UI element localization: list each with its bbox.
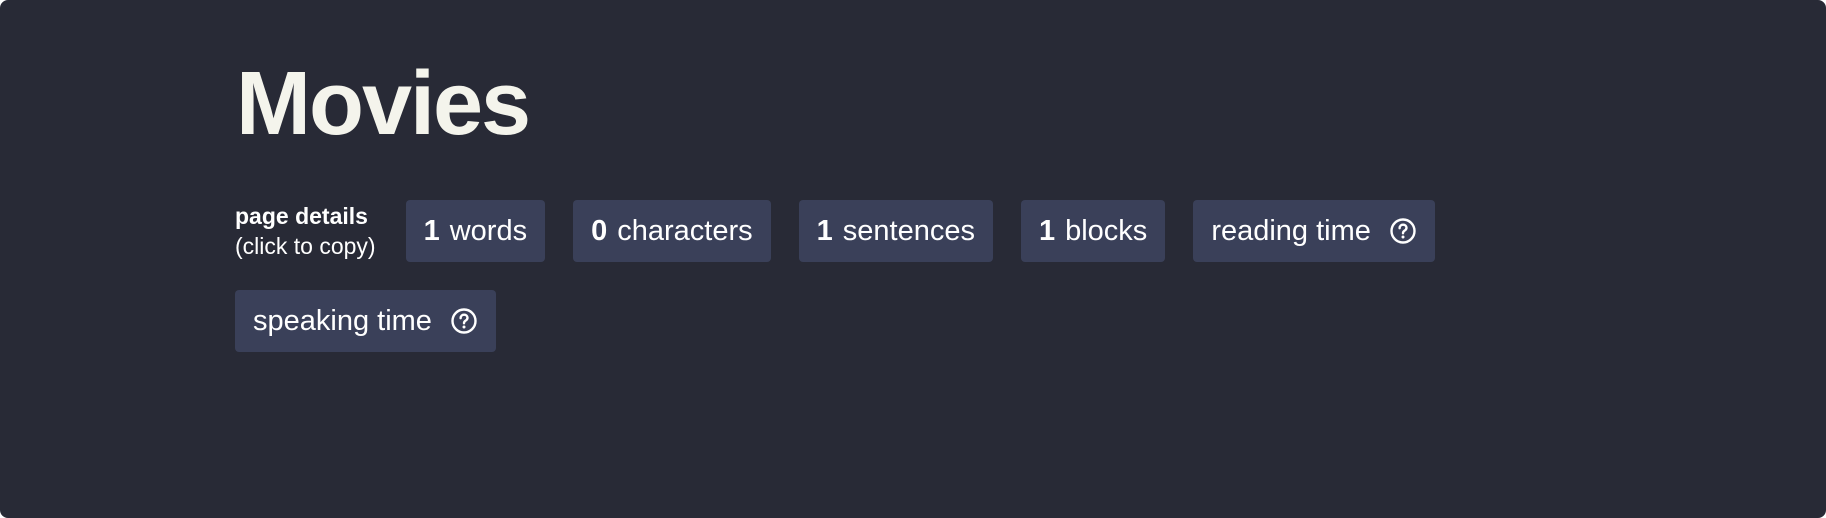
speaking-time-label: speaking time bbox=[253, 304, 432, 337]
reading-time-label: reading time bbox=[1211, 214, 1371, 247]
characters-count-label: characters bbox=[617, 214, 753, 247]
blocks-count-label: blocks bbox=[1065, 214, 1148, 247]
help-circle-icon[interactable] bbox=[450, 307, 478, 335]
page-details-bar: page details (click to copy) 1 words 0 c… bbox=[235, 200, 1555, 352]
page-container: Movies page details (click to copy) 1 wo… bbox=[0, 0, 1826, 518]
characters-count-chip[interactable]: 0 characters bbox=[573, 200, 771, 262]
page-details-heading: page details bbox=[235, 203, 368, 229]
blocks-count-chip[interactable]: 1 blocks bbox=[1020, 200, 1166, 262]
page-details-hint: (click to copy) bbox=[235, 233, 376, 259]
blocks-count-value: 1 bbox=[1038, 214, 1056, 247]
speaking-time-chip[interactable]: speaking time bbox=[235, 290, 496, 352]
words-count-label: words bbox=[449, 214, 528, 247]
words-count-value: 1 bbox=[423, 214, 440, 247]
reading-time-chip[interactable]: reading time bbox=[1193, 200, 1435, 262]
characters-count-value: 0 bbox=[591, 214, 608, 247]
help-circle-icon[interactable] bbox=[1389, 217, 1417, 245]
sentences-count-chip[interactable]: 1 sentences bbox=[798, 200, 993, 262]
sentences-count-label: sentences bbox=[842, 214, 975, 247]
words-count-chip[interactable]: 1 words bbox=[405, 200, 546, 262]
page-title: Movies bbox=[236, 54, 531, 154]
sentences-count-value: 1 bbox=[816, 214, 833, 247]
page-details-label: page details (click to copy) bbox=[235, 201, 376, 261]
